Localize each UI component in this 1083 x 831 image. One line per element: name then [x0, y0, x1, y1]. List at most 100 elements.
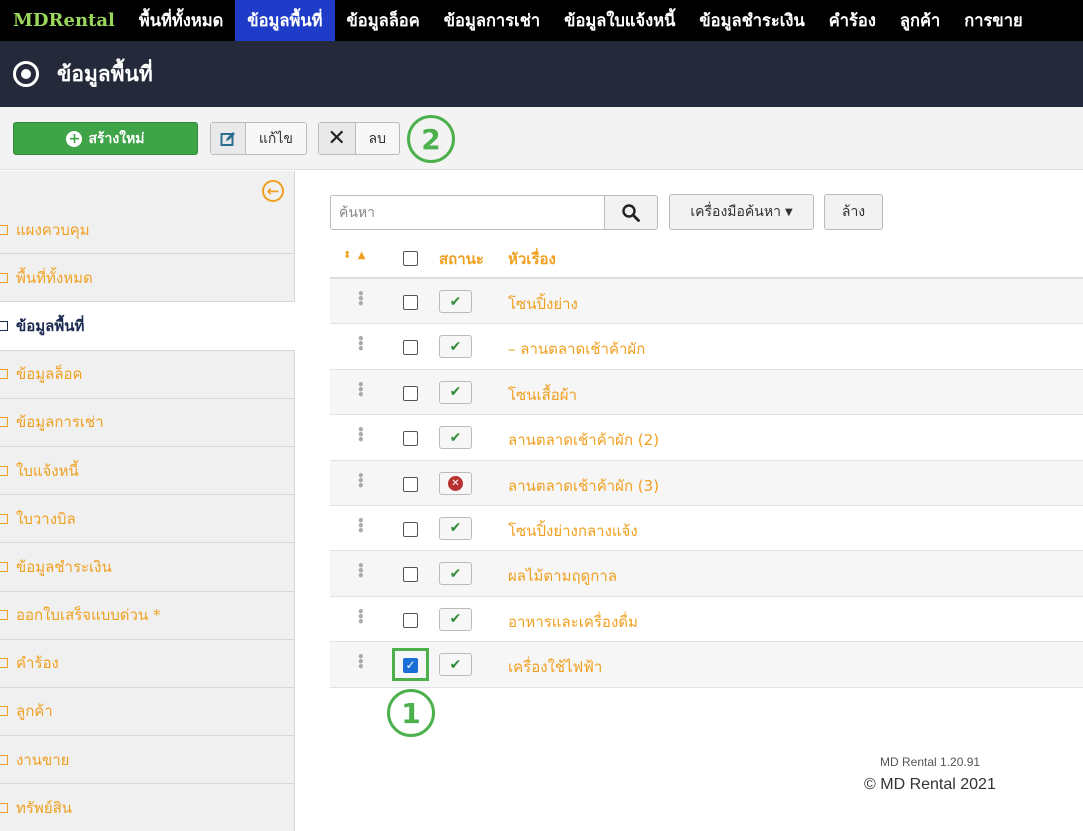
status-toggle-button[interactable]: ✔	[439, 426, 472, 450]
sidebar-item-label: ใบวางบิล	[16, 509, 76, 528]
select-all-checkbox[interactable]	[403, 251, 418, 266]
row-checkbox[interactable]	[403, 295, 418, 310]
folder-icon	[0, 706, 8, 717]
row-title-link[interactable]: เครื่องใช้ไฟฟ้า	[508, 655, 602, 679]
status-toggle-button[interactable]: ✔	[439, 516, 472, 540]
drag-handle-icon[interactable]: • • •	[357, 651, 365, 673]
row-checkbox[interactable]	[403, 340, 418, 356]
drag-handle-icon[interactable]: • • •	[357, 470, 365, 492]
row-title-link[interactable]: – ลานตลาดเช้าค้าผัก	[508, 337, 645, 361]
row-title-link[interactable]: ลานตลาดเช้าค้าผัก (2)	[508, 428, 659, 452]
sidebar-item-payment-info[interactable]: ข้อมูลชำระเงิน	[0, 543, 295, 592]
status-toggle-button[interactable]: ✔	[439, 380, 472, 404]
footer-copyright: © MD Rental 2021	[864, 776, 996, 793]
drag-handle-icon[interactable]: • • •	[357, 515, 365, 537]
footer-version: MD Rental 1.20.91	[880, 755, 981, 769]
folder-icon	[0, 754, 8, 765]
row-checkbox[interactable]	[403, 476, 418, 492]
sidebar-item-lock-info[interactable]: ข้อมูลล็อค	[0, 351, 295, 399]
folder-icon	[0, 320, 8, 331]
check-icon: ✔	[449, 565, 462, 582]
row-checkbox[interactable]	[403, 385, 418, 401]
status-toggle-button[interactable]: ✔	[439, 562, 472, 586]
sidebar-item-label: พื้นที่ทั้งหมด	[16, 268, 93, 287]
sidebar-item-rental-info[interactable]: ข้อมูลการเช่า	[0, 399, 295, 447]
folder-icon	[0, 658, 8, 669]
sidebar-item-label: ใบแจ้งหนี้	[16, 461, 79, 480]
sidebar-item-assets[interactable]: ทรัพย์สิน	[0, 784, 295, 831]
nav-item-rental-info[interactable]: ข้อมูลการเช่า	[432, 0, 552, 41]
nav-item-all-areas[interactable]: พื้นที่ทั้งหมด	[127, 0, 235, 41]
search-tools-label: เครื่องมือค้นหา	[690, 204, 781, 220]
sidebar-menu: แผงควบคุม พื้นที่ทั้งหมด ข้อมูลพื้นที่ ข…	[0, 206, 295, 831]
search-tools-button[interactable]: เครื่องมือค้นหา ▼	[669, 194, 814, 230]
clear-button[interactable]: ล้าง	[824, 194, 883, 230]
sidebar-item-sales[interactable]: งานขาย	[0, 736, 295, 785]
check-icon: ✔	[449, 293, 462, 310]
edit-icon	[211, 123, 246, 154]
status-toggle-button[interactable]: ✔	[439, 335, 472, 359]
sidebar-item-label: คำร้อง	[16, 654, 59, 673]
row-checkbox[interactable]	[403, 567, 418, 583]
drag-handle-icon[interactable]: • • •	[357, 560, 365, 582]
sort-icon[interactable]: ⬍ ▲	[343, 250, 365, 261]
column-header-title[interactable]: หัวเรื่อง	[508, 247, 556, 271]
drag-handle-icon[interactable]: • • •	[357, 288, 365, 310]
nav-item-sales[interactable]: การขาย	[952, 0, 1034, 41]
row-title-link[interactable]: อาหารและเครื่องดื่ม	[508, 610, 638, 634]
collapse-sidebar-icon[interactable]: ←	[262, 180, 284, 202]
callout-number-1: 1	[387, 689, 435, 737]
search-icon	[622, 203, 640, 222]
drag-handle-icon[interactable]: • • •	[357, 606, 365, 628]
create-new-button[interactable]: + สร้างใหม่	[13, 122, 198, 155]
status-toggle-button[interactable]: ✔	[439, 653, 472, 677]
column-header-status[interactable]: สถานะ	[439, 247, 484, 271]
row-checkbox[interactable]	[403, 431, 418, 447]
check-icon: ✔	[449, 611, 462, 628]
sidebar-item-quick-receipt[interactable]: ออกใบเสร็จแบบด่วน *	[0, 592, 295, 640]
sidebar: ← แผงควบคุม พื้นที่ทั้งหมด ข้อมูลพื้นที่…	[0, 171, 295, 831]
nav-item-customers[interactable]: ลูกค้า	[888, 0, 952, 41]
sidebar-item-label: ทรัพย์สิน	[16, 798, 73, 817]
drag-handle-icon[interactable]: • • •	[357, 424, 365, 446]
nav-item-invoice-info[interactable]: ข้อมูลใบแจ้งหนี้	[552, 0, 687, 41]
row-title-link[interactable]: โซนปิ้งย่างกลางแจ้ง	[508, 519, 638, 543]
status-toggle-button[interactable]: ✔	[439, 290, 472, 313]
folder-icon	[0, 369, 8, 380]
nav-item-payment-info[interactable]: ข้อมูลชำระเงิน	[687, 0, 816, 41]
drag-handle-icon[interactable]: • • •	[357, 379, 365, 401]
status-toggle-button[interactable]: ✔	[439, 607, 472, 631]
folder-icon	[0, 224, 8, 235]
search-button[interactable]	[604, 195, 658, 230]
drag-handle-icon[interactable]: • • •	[357, 333, 365, 355]
sidebar-item-all-areas[interactable]: พื้นที่ทั้งหมด	[0, 254, 295, 303]
delete-button[interactable]: ✕ ลบ	[318, 122, 400, 155]
search-input[interactable]	[330, 195, 605, 230]
sidebar-item-invoices[interactable]: ใบแจ้งหนี้	[0, 447, 295, 496]
row-title-link[interactable]: โซนเสื้อผ้า	[508, 383, 577, 407]
row-title-link[interactable]: ลานตลาดเช้าค้าผัก (3)	[508, 474, 659, 498]
sidebar-item-customers[interactable]: ลูกค้า	[0, 688, 295, 737]
nav-item-area-info[interactable]: ข้อมูลพื้นที่	[235, 0, 335, 41]
table-row: • • • ✕ ลานตลาดเช้าค้าผัก (3)	[330, 460, 1083, 506]
sidebar-item-dashboard[interactable]: แผงควบคุม	[0, 206, 295, 255]
status-toggle-button[interactable]: ✕	[439, 471, 472, 495]
row-checkbox[interactable]: ✓	[403, 658, 418, 674]
table-row: • • • ✔ โซนปิ้งย่าง	[330, 279, 1083, 325]
row-title-link[interactable]: ผลไม้ตามฤดูกาล	[508, 564, 617, 588]
row-title-link[interactable]: โซนปิ้งย่าง	[508, 292, 578, 316]
edit-button[interactable]: แก้ไข	[210, 122, 307, 155]
nav-item-lock-info[interactable]: ข้อมูลล็อค	[335, 0, 432, 41]
sidebar-item-billing[interactable]: ใบวางบิล	[0, 495, 295, 544]
table-body: • • • ✔ โซนปิ้งย่าง • • • ✔ – ลานตลาดเช้าค้าผัก • •…	[330, 279, 1083, 688]
row-checkbox[interactable]	[403, 521, 418, 537]
plus-circle-icon: +	[66, 130, 83, 147]
nav-item-requests[interactable]: คำร้อง	[817, 0, 888, 41]
brand-logo[interactable]: MDRental	[0, 0, 127, 41]
sidebar-item-area-info[interactable]: ข้อมูลพื้นที่	[0, 302, 295, 351]
areas-table: ⬍ ▲ สถานะ หัวเรื่อง • • • ✔ โซนปิ้งย่าง • • • ✔ –…	[330, 234, 1083, 688]
row-checkbox[interactable]	[403, 612, 418, 628]
sidebar-item-requests[interactable]: คำร้อง	[0, 640, 295, 688]
sidebar-item-label: ข้อมูลพื้นที่	[16, 316, 85, 335]
folder-icon	[0, 561, 8, 572]
